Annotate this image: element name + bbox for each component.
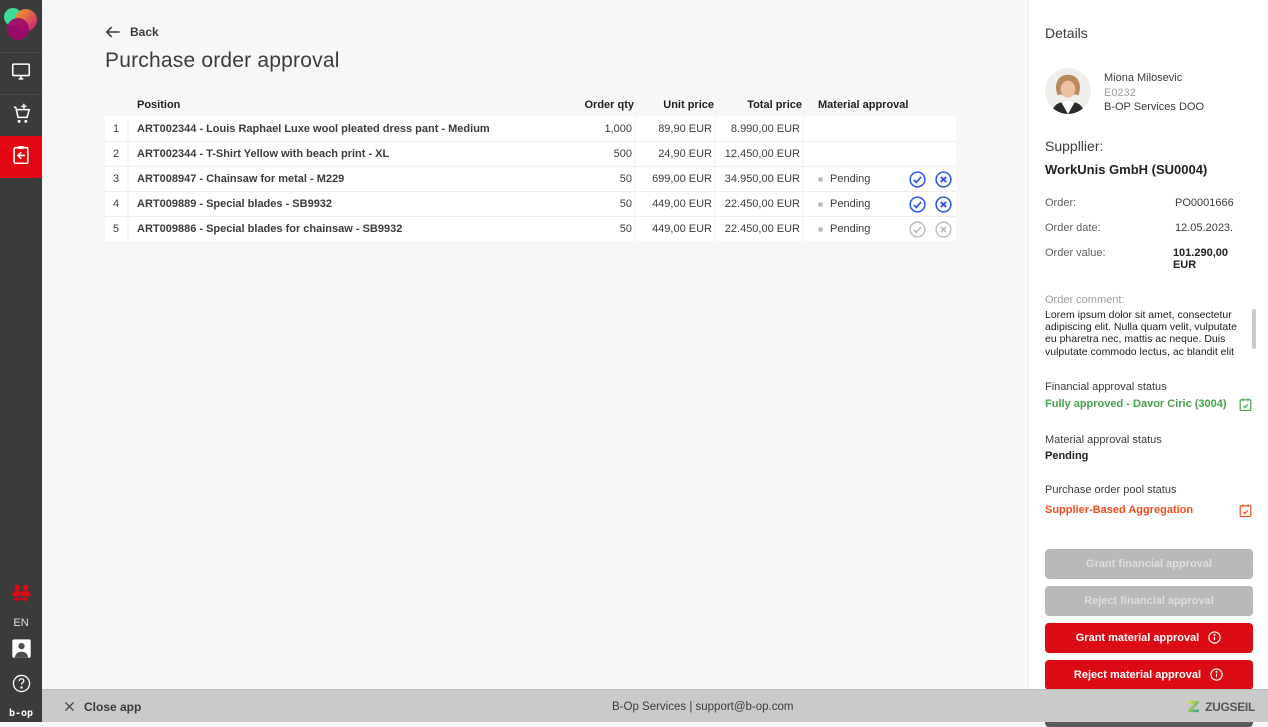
user-id: E0232 bbox=[1104, 86, 1204, 101]
order-value: 101.290,00 EUR bbox=[1173, 247, 1253, 271]
order-comment-text: Lorem ipsum dolor sit amet, consectetur … bbox=[1045, 309, 1244, 359]
grant-material-approval-button[interactable]: Grant material approval bbox=[1045, 623, 1253, 653]
material-status-text: Pending bbox=[830, 198, 870, 210]
approve-row-icon[interactable] bbox=[908, 195, 927, 214]
order-approval-clipboard-icon bbox=[10, 144, 32, 171]
user-company: B-OP Services DOO bbox=[1104, 100, 1204, 115]
pending-dot bbox=[818, 202, 823, 207]
table-row: 2 ART002344 - T-Shirt Yellow with beach … bbox=[105, 141, 956, 166]
column-header-material-approval: Material approval bbox=[804, 93, 956, 116]
cart-plus-icon bbox=[10, 102, 33, 130]
user-avatar bbox=[1045, 68, 1091, 114]
position-cell: ART002344 - Louis Raphael Luxe wool plea… bbox=[129, 116, 561, 141]
pending-dot bbox=[818, 227, 823, 232]
table-row: 3 ART008947 - Chainsaw for metal - M229 … bbox=[105, 166, 956, 191]
pool-status-value: Supplier-Based Aggregation bbox=[1045, 504, 1193, 516]
reject-material-approval-button[interactable]: Reject material approval bbox=[1045, 660, 1253, 690]
sidebar-bottom: EN b-op bbox=[0, 581, 42, 719]
order-date: 12.05.2023. bbox=[1175, 222, 1233, 234]
comment-scrollbar[interactable] bbox=[1252, 309, 1256, 349]
order-number: PO0001666 bbox=[1175, 197, 1234, 209]
financial-approval-status: Financial approval status Fully approved… bbox=[1045, 381, 1253, 412]
approve-row-icon[interactable] bbox=[908, 170, 927, 189]
material-approval-status: Material approval status Pending bbox=[1045, 434, 1253, 462]
details-panel: Details Miona Milosevic E0232 B-OP Servi… bbox=[1028, 0, 1268, 689]
sidebar-item-monitor[interactable] bbox=[0, 52, 42, 94]
b-op-wordmark: b-op bbox=[9, 708, 33, 719]
zugseil-logo: ZUGSEIL bbox=[1186, 690, 1255, 723]
order-value-row: Order value: 101.290,00 EUR bbox=[1045, 247, 1253, 271]
order-comment-label: Order comment: bbox=[1045, 294, 1253, 306]
reject-row-icon[interactable] bbox=[934, 170, 953, 189]
page-title: Purchase order approval bbox=[105, 49, 1028, 73]
sidebar-nav bbox=[0, 52, 42, 178]
approve-row-icon-disabled bbox=[908, 220, 927, 239]
back-button[interactable]: Back bbox=[105, 25, 175, 39]
order-info: Order: PO0001666 Order date: 12.05.2023.… bbox=[1045, 197, 1253, 271]
order-comment-box[interactable]: Lorem ipsum dolor sit amet, consectetur … bbox=[1045, 309, 1253, 359]
material-status-text: Pending bbox=[830, 173, 870, 185]
grant-financial-approval-button: Grant financial approval bbox=[1045, 549, 1253, 579]
column-header-position: Position bbox=[129, 93, 561, 116]
table-row: 1 ART002344 - Louis Raphael Luxe wool pl… bbox=[105, 116, 956, 141]
material-status-value: Pending bbox=[1045, 450, 1088, 462]
profile-avatar-icon[interactable] bbox=[11, 638, 32, 664]
footer-bar: Close app B-Op Services | support@b-op.c… bbox=[42, 689, 1268, 722]
financial-status-value: Fully approved - Davor Ciric (3004) bbox=[1045, 398, 1227, 410]
info-icon bbox=[1207, 630, 1222, 645]
table-header-row: Position Order qty Unit price Total pric… bbox=[105, 93, 956, 116]
user-block: Miona Milosevic E0232 B-OP Services DOO bbox=[1045, 68, 1253, 115]
calendar-check-icon-green bbox=[1238, 397, 1253, 412]
position-cell: ART009886 - Special blades for chainsaw … bbox=[129, 216, 561, 241]
position-cell: ART002344 - T-Shirt Yellow with beach pr… bbox=[129, 141, 561, 166]
reject-row-icon-disabled bbox=[934, 220, 953, 239]
purchase-order-table: Position Order qty Unit price Total pric… bbox=[105, 93, 956, 241]
table-row: 5 ART009886 - Special blades for chainsa… bbox=[105, 216, 956, 241]
user-switch-icon[interactable] bbox=[9, 581, 33, 608]
column-header-order-qty: Order qty bbox=[561, 93, 636, 116]
column-header-total-price: Total price bbox=[716, 93, 804, 116]
order-date-row: Order date: 12.05.2023. bbox=[1045, 222, 1253, 234]
details-title: Details bbox=[1045, 25, 1253, 41]
support-text: B-Op Services | support@b-op.com bbox=[612, 690, 793, 723]
app-logo[interactable] bbox=[0, 0, 42, 52]
main-area: Back Purchase order approval Position Or… bbox=[42, 0, 1028, 689]
b-op-flower-logo-icon bbox=[4, 6, 38, 47]
pending-dot bbox=[818, 177, 823, 182]
back-arrow-icon bbox=[105, 25, 121, 39]
sidebar: EN b-op bbox=[0, 0, 42, 722]
position-cell: ART009889 - Special blades - SB9932 bbox=[129, 191, 561, 216]
close-app-button[interactable]: Close app bbox=[63, 690, 141, 723]
info-icon bbox=[1209, 667, 1224, 682]
sidebar-item-order-approval[interactable] bbox=[0, 136, 42, 178]
help-icon[interactable] bbox=[11, 673, 32, 699]
table-row: 4 ART009889 - Special blades - SB9932 50… bbox=[105, 191, 956, 216]
sidebar-item-cart[interactable] bbox=[0, 94, 42, 136]
column-header-unit-price: Unit price bbox=[636, 93, 716, 116]
reject-row-icon[interactable] bbox=[934, 195, 953, 214]
pool-status: Purchase order pool status Supplier-Base… bbox=[1045, 484, 1253, 518]
zugseil-z-icon bbox=[1186, 699, 1201, 714]
material-status-text: Pending bbox=[830, 223, 870, 235]
order-number-row: Order: PO0001666 bbox=[1045, 197, 1253, 209]
calendar-check-icon-orange bbox=[1238, 503, 1253, 518]
reject-financial-approval-button: Reject financial approval bbox=[1045, 586, 1253, 616]
position-cell: ART008947 - Chainsaw for metal - M229 bbox=[129, 166, 561, 191]
user-name: Miona Milosevic bbox=[1104, 71, 1204, 86]
close-icon bbox=[63, 700, 76, 713]
language-selector[interactable]: EN bbox=[13, 617, 28, 629]
supplier-value: WorkUnis GmbH (SU0004) bbox=[1045, 162, 1253, 177]
monitor-icon bbox=[10, 60, 32, 87]
supplier-label: Suppllier: bbox=[1045, 138, 1253, 154]
